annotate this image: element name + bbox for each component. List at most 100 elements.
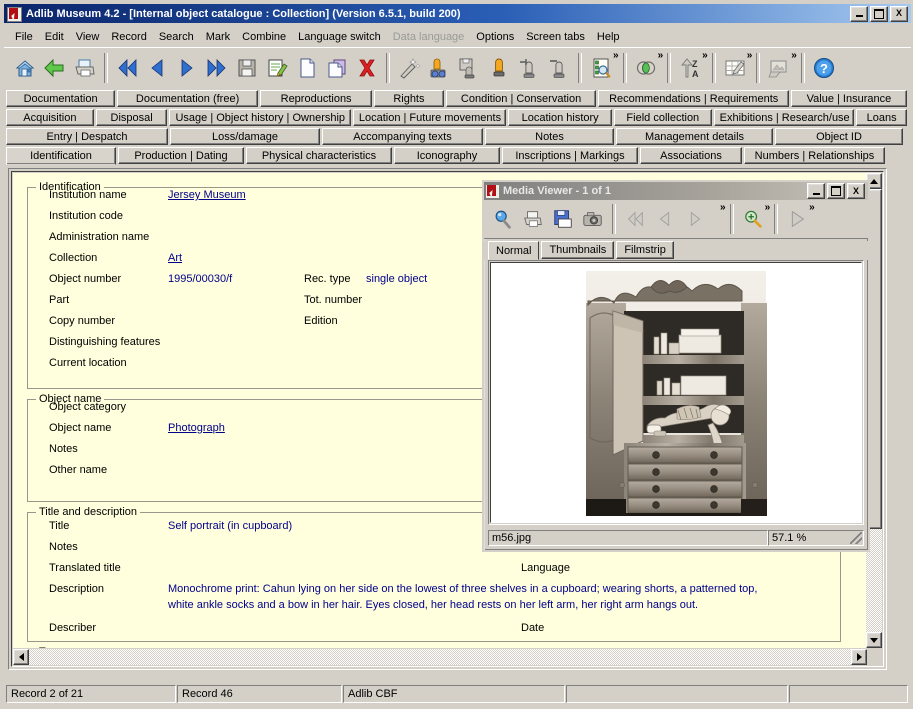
back-arrow-icon[interactable] (40, 53, 70, 83)
value-institution-name[interactable]: Jersey Museum (168, 189, 246, 201)
combine-sets-icon[interactable] (631, 53, 661, 83)
previous-media-icon[interactable] (650, 204, 680, 234)
screen-tab-strips: Documentation Documentation (free) Repro… (4, 90, 911, 165)
first-record-icon[interactable] (112, 53, 142, 83)
last-record-icon[interactable] (202, 53, 232, 83)
tab-notes[interactable]: Notes (485, 128, 614, 145)
menu-search[interactable]: Search (153, 29, 200, 45)
form-hscroll-track[interactable] (29, 649, 851, 665)
value-collection[interactable]: Art (168, 252, 182, 264)
tab-acquisition[interactable]: Acquisition (6, 109, 94, 126)
menu-screen-tabs[interactable]: Screen tabs (520, 29, 591, 45)
delete-record-icon[interactable] (352, 53, 382, 83)
value-object-name[interactable]: Photograph (168, 422, 225, 434)
resize-grip-icon[interactable] (850, 532, 862, 544)
grid-edit-icon[interactable] (720, 53, 750, 83)
tab-documentation[interactable]: Documentation (6, 90, 116, 107)
media-viewer-minimize-button[interactable] (807, 183, 825, 199)
menu-record[interactable]: Record (105, 29, 152, 45)
camera-icon[interactable] (578, 204, 608, 234)
menu-edit[interactable]: Edit (39, 29, 70, 45)
next-media-icon[interactable] (680, 204, 710, 234)
zoom-search-icon[interactable] (488, 204, 518, 234)
menu-language-switch[interactable]: Language switch (292, 29, 387, 45)
play-icon[interactable] (782, 204, 812, 234)
menu-options[interactable]: Options (470, 29, 520, 45)
tab-identification[interactable]: Identification (6, 147, 116, 165)
scroll-right-button[interactable] (851, 649, 867, 665)
media-viewer-tab-normal[interactable]: Normal (488, 241, 540, 260)
value-rec-type[interactable]: single object (366, 273, 427, 285)
save-icon[interactable] (232, 53, 262, 83)
tab-usage-object-history-ownership[interactable]: Usage | Object history | Ownership (169, 109, 351, 126)
tab-iconography[interactable]: Iconography (394, 147, 500, 164)
pointer-search-icon[interactable] (424, 53, 454, 83)
print-icon[interactable] (518, 204, 548, 234)
tab-physical-characteristics[interactable]: Physical characteristics (246, 147, 392, 164)
tab-associations[interactable]: Associations (640, 147, 742, 164)
new-record-icon[interactable] (292, 53, 322, 83)
pointer-in-icon[interactable] (544, 53, 574, 83)
edit-record-icon[interactable] (262, 53, 292, 83)
scroll-left-button[interactable] (13, 649, 29, 665)
pointer-out-icon[interactable] (514, 53, 544, 83)
maximize-button[interactable] (870, 5, 888, 22)
sort-az-icon[interactable]: Z A (675, 53, 705, 83)
value-title[interactable]: Self portrait (in cupboard) (168, 520, 292, 532)
media-viewer-overflow-chevron[interactable]: » (720, 202, 726, 213)
next-record-icon[interactable] (172, 53, 202, 83)
tab-inscriptions-markings[interactable]: Inscriptions | Markings (502, 147, 638, 164)
tab-disposal[interactable]: Disposal (95, 109, 168, 126)
form-horizontal-scrollbar[interactable] (13, 649, 867, 665)
zoom-in-icon[interactable] (738, 204, 768, 234)
menu-view[interactable]: View (70, 29, 106, 45)
home-icon[interactable] (10, 53, 40, 83)
media-viewer-image-canvas[interactable] (490, 262, 862, 523)
media-viewer-tab-filmstrip[interactable]: Filmstrip (616, 241, 674, 259)
tab-loans[interactable]: Loans (856, 109, 908, 126)
close-button[interactable]: X (890, 5, 908, 22)
tab-entry-despatch[interactable]: Entry | Despatch (6, 128, 168, 145)
tab-field-collection[interactable]: Field collection (613, 109, 712, 126)
scroll-down-button[interactable] (866, 632, 882, 648)
printer-icon[interactable] (70, 53, 100, 83)
tab-numbers-relationships[interactable]: Numbers | Relationships (744, 147, 885, 164)
menu-mark[interactable]: Mark (200, 29, 236, 45)
fieldset-taxonomy-legend: Taxonomy (36, 646, 93, 648)
media-viewer-close-button[interactable]: X (847, 183, 865, 199)
tab-value-insurance[interactable]: Value | Insurance (790, 90, 907, 107)
menu-file[interactable]: File (9, 29, 39, 45)
tab-exhibitions-research-use[interactable]: Exhibitions | Research/use (713, 109, 855, 126)
tab-management-details[interactable]: Management details (616, 128, 773, 145)
value-description-line-1[interactable]: Monochrome print: Cahun lying on her sid… (168, 583, 757, 595)
media-viewer-maximize-button[interactable] (827, 183, 845, 199)
tab-reproductions[interactable]: Reproductions (260, 90, 373, 107)
media-icon[interactable] (764, 53, 794, 83)
tab-loss-damage[interactable]: Loss/damage (170, 128, 320, 145)
tab-location-history[interactable]: Location history (508, 109, 612, 126)
pointer-hand-icon[interactable] (484, 53, 514, 83)
first-media-icon[interactable] (620, 204, 650, 234)
help-icon[interactable]: ? (809, 53, 839, 83)
save-pointer-icon[interactable] (454, 53, 484, 83)
search-list-icon[interactable] (586, 53, 616, 83)
tab-documentation-free[interactable]: Documentation (free) (117, 90, 259, 107)
copy-record-icon[interactable] (322, 53, 352, 83)
previous-record-icon[interactable] (142, 53, 172, 83)
wand-icon[interactable] (394, 53, 424, 83)
tab-recommendations-requirements[interactable]: Recommendations | Requirements (598, 90, 789, 107)
scroll-down-arrow-icon (870, 637, 878, 643)
menu-combine[interactable]: Combine (236, 29, 292, 45)
value-object-number[interactable]: 1995/00030/f (168, 273, 232, 285)
menu-help[interactable]: Help (591, 29, 626, 45)
save-icon[interactable] (548, 204, 578, 234)
value-description-line-2[interactable]: white ankle socks and a bow in her hair.… (168, 599, 698, 611)
minimize-button[interactable] (850, 5, 868, 22)
tab-rights[interactable]: Rights (374, 90, 444, 107)
media-viewer-tab-thumbnails[interactable]: Thumbnails (541, 241, 615, 259)
tab-object-id[interactable]: Object ID (775, 128, 903, 145)
tab-location-future-movements[interactable]: Location | Future movements (352, 109, 507, 126)
tab-condition-conservation[interactable]: Condition | Conservation (445, 90, 597, 107)
tab-production-dating[interactable]: Production | Dating (118, 147, 244, 164)
tab-accompanying-texts[interactable]: Accompanying texts (322, 128, 483, 145)
